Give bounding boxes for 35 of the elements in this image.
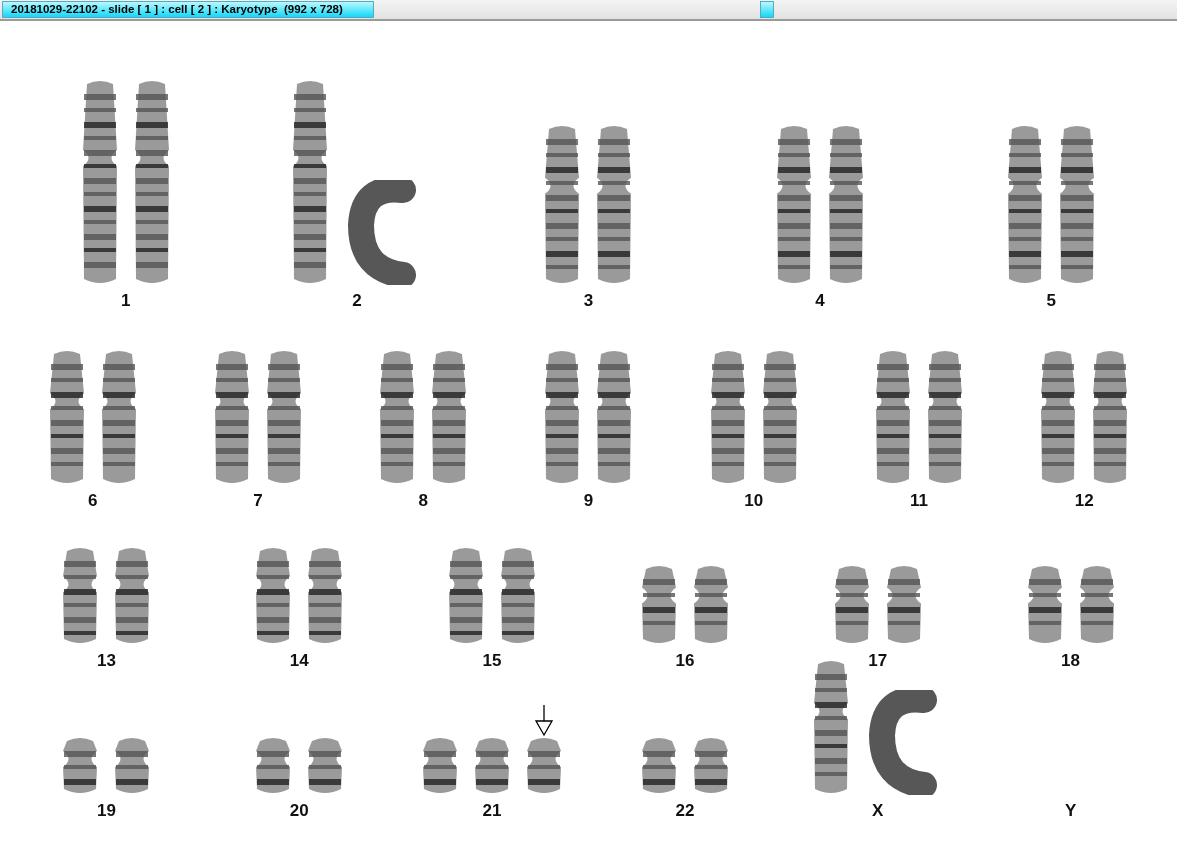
- chromosome-number-label: 16: [675, 651, 695, 671]
- chromosome-number-label: 1: [120, 291, 131, 311]
- chromosome-drawing: [639, 737, 678, 795]
- chromosome-number-label: Y: [1064, 801, 1077, 821]
- chromosome-number-label: 15: [482, 651, 502, 671]
- chromosome-number-label: 21: [482, 801, 502, 821]
- chromosome-drawing: [691, 737, 730, 795]
- chromosome-number-label: 7: [253, 491, 263, 511]
- chromosome-drawing: [113, 737, 152, 795]
- chromosome-number-label: 2: [352, 291, 362, 311]
- window-title: 20181029-22102 - slide [ 1 ] : cell [ 2 ] : Karyotype (992 x 728): [2, 1, 374, 18]
- chromosome-number-label: 5: [1046, 291, 1056, 311]
- chromosome-number-label: 6: [87, 491, 98, 511]
- chromosome-number-label: 20: [289, 801, 309, 821]
- chromosome-drawing: [254, 737, 293, 795]
- chromosome-number-label: 3: [583, 291, 594, 311]
- chromosome-drawing: [421, 737, 460, 795]
- chromosome-number-label: X: [872, 801, 884, 821]
- chromosome-number-label: 19: [96, 801, 116, 821]
- chromosome-number-label: 4: [815, 291, 825, 311]
- chromosome-number-label: 8: [418, 491, 428, 511]
- chromosome-number-label: 12: [1074, 491, 1094, 511]
- chromosome-drawing: [473, 737, 512, 795]
- chromosome-number-label: 10: [744, 491, 764, 511]
- chromosome-number-label: 22: [675, 801, 695, 821]
- chromosome-number-label: 18: [1061, 651, 1080, 671]
- chromosome-number-label: 11: [910, 491, 929, 511]
- chromosome-drawing: [306, 737, 345, 795]
- chromosome-number-label: 17: [868, 651, 888, 671]
- chromosome-number-label: 13: [96, 651, 116, 671]
- chromosome-number-label: 14: [289, 651, 309, 671]
- chromosome-number-label: 9: [583, 491, 594, 511]
- chromosome-drawing: [525, 737, 564, 795]
- scroll-marker[interactable]: [760, 1, 774, 18]
- chromosome-drawing: [61, 737, 100, 795]
